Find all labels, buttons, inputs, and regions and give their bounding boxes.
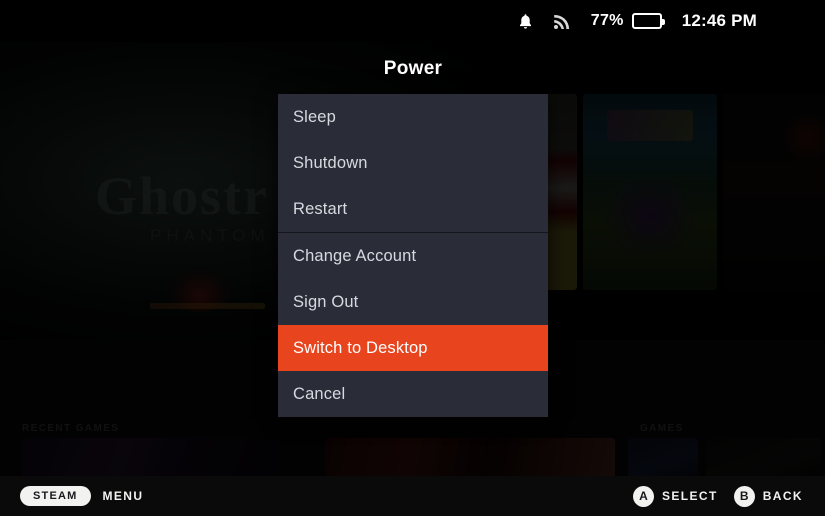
controller-hint-label: BACK: [762, 489, 803, 503]
power-menu-item-cancel[interactable]: Cancel: [278, 371, 548, 417]
power-menu-item-sleep[interactable]: Sleep: [278, 94, 548, 140]
power-menu[interactable]: Sleep Shutdown Restart Change Account Sign O…: [278, 94, 548, 417]
battery-indicator[interactable]: 77%: [590, 12, 665, 30]
steam-button-hint[interactable]: STEAM MENU: [20, 486, 143, 506]
page-title: Power: [383, 58, 443, 79]
shelf-section-header: GAMES: [640, 423, 684, 434]
power-menu-item-sign-out[interactable]: Sign Out: [278, 279, 548, 325]
hero-accent-bar: [150, 303, 265, 309]
steam-deck-screen: Ghostr PHANTOM RECENT GAMES GAMES 77% 12…: [0, 0, 825, 516]
game-capsule-tile[interactable]: [723, 94, 825, 290]
status-bar: 77% 12:46 PM: [0, 0, 825, 42]
power-menu-item-label: Sleep: [293, 107, 336, 126]
button-glyph-a: A: [632, 485, 654, 507]
power-menu-item-label: Shutdown: [293, 153, 368, 172]
clock: 12:46 PM: [681, 11, 757, 30]
controller-hints: A SELECT B BACK: [632, 485, 803, 507]
power-menu-item-label: Change Account: [293, 246, 417, 265]
bottom-action-bar: STEAM MENU A SELECT B BACK: [0, 476, 825, 516]
bell-icon[interactable]: [518, 13, 533, 30]
controller-hint-b[interactable]: B BACK: [733, 485, 803, 507]
power-menu-item-label: Switch to Desktop: [293, 338, 428, 357]
hero-title-art: Ghostr: [95, 166, 269, 226]
button-glyph-b: B: [733, 485, 755, 507]
power-menu-item-restart[interactable]: Restart: [278, 186, 548, 232]
power-menu-item-label: Sign Out: [293, 292, 359, 311]
battery-percent-label: 77%: [590, 12, 624, 29]
shelf-section-header: RECENT GAMES: [22, 423, 120, 434]
power-menu-item-label: Restart: [293, 199, 348, 218]
power-menu-item-change-account[interactable]: Change Account: [278, 233, 548, 279]
battery-icon: [631, 13, 665, 29]
steam-action-label: MENU: [102, 489, 144, 503]
controller-hint-a[interactable]: A SELECT: [632, 485, 718, 507]
wifi-signal-icon[interactable]: [553, 13, 571, 30]
power-menu-item-label: Cancel: [293, 384, 346, 403]
hero-subtitle-art: PHANTOM: [150, 226, 270, 245]
power-menu-item-switch-to-desktop[interactable]: Switch to Desktop: [278, 325, 548, 371]
steam-pill-label: STEAM: [20, 486, 91, 506]
power-menu-item-shutdown[interactable]: Shutdown: [278, 140, 548, 186]
game-capsule-tile[interactable]: [583, 94, 717, 290]
controller-hint-label: SELECT: [661, 489, 718, 503]
